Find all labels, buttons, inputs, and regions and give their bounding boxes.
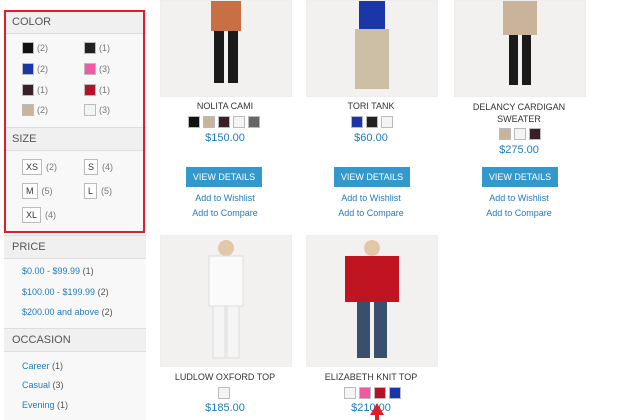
price-option-100-199[interactable]: $100.00 - $199.99 (2) <box>22 287 109 297</box>
color-swatch <box>84 42 96 54</box>
product-photo-nolita-cami <box>211 1 241 83</box>
color-option-charcoal[interactable]: (1) <box>84 42 110 54</box>
product-name[interactable]: DELANCY CARDIGAN SWEATER <box>454 101 584 125</box>
color-swatch <box>84 104 96 116</box>
swatch[interactable] <box>203 116 215 128</box>
color-option-plum[interactable]: (1) <box>22 84 48 96</box>
product-swatches <box>218 387 230 399</box>
add-to-wishlist-link[interactable]: Add to Wishlist <box>160 193 290 203</box>
swatch[interactable] <box>366 116 378 128</box>
color-swatch <box>22 104 34 116</box>
swatch[interactable] <box>359 387 371 399</box>
product-image-elizabeth-knit[interactable] <box>306 235 438 367</box>
swatch[interactable] <box>233 116 245 128</box>
product-photo-delancy-cardigan <box>503 1 537 85</box>
swatch[interactable] <box>529 128 541 140</box>
size-option-xl[interactable]: XL (4) <box>22 207 56 223</box>
product-image-ludlow-oxford[interactable] <box>160 235 292 367</box>
color-swatch <box>84 84 96 96</box>
add-to-compare-link[interactable]: Add to Compare <box>306 208 436 218</box>
swatch[interactable] <box>218 387 230 399</box>
occasion-option-casual[interactable]: Casual (3) <box>22 380 64 390</box>
add-to-wishlist-link[interactable]: Add to Wishlist <box>306 193 436 203</box>
view-details-button[interactable]: VIEW DETAILS <box>334 167 410 187</box>
product-name[interactable]: TORI TANK <box>306 101 436 111</box>
product-price: $150.00 <box>205 132 245 144</box>
product-name[interactable]: LUDLOW OXFORD TOP <box>160 372 290 382</box>
color-option-tan[interactable]: (2) <box>22 104 48 116</box>
price-option-200-plus[interactable]: $200.00 and above (2) <box>22 307 113 317</box>
color-option-pink[interactable]: (3) <box>84 63 110 75</box>
price-filter-title: PRICE <box>4 235 146 259</box>
size-option-xs[interactable]: XS (2) <box>22 159 57 175</box>
color-option-white[interactable]: (3) <box>84 104 110 116</box>
add-to-compare-link[interactable]: Add to Compare <box>454 208 584 218</box>
product-swatches <box>188 116 260 128</box>
product-name[interactable]: ELIZABETH KNIT TOP <box>306 372 436 382</box>
product-swatches <box>499 128 541 140</box>
color-option-red[interactable]: (1) <box>84 84 110 96</box>
swatch[interactable] <box>499 128 511 140</box>
product-swatches <box>344 387 401 399</box>
red-arrow-stem <box>375 415 379 420</box>
occasion-option-career[interactable]: Career (1) <box>22 361 63 371</box>
product-price: $275.00 <box>499 144 539 156</box>
swatch[interactable] <box>374 387 386 399</box>
swatch[interactable] <box>248 116 260 128</box>
size-option-m[interactable]: M (5) <box>22 183 53 199</box>
color-swatch <box>22 84 34 96</box>
product-price: $185.00 <box>205 402 245 414</box>
size-filter-title: SIZE <box>4 127 146 151</box>
product-photo-elizabeth-knit <box>345 240 399 358</box>
price-option-0-99[interactable]: $0.00 - $99.99 (1) <box>22 266 94 276</box>
product-photo-ludlow-oxford <box>208 240 244 359</box>
product-name[interactable]: NOLITA CAMI <box>160 101 290 111</box>
size-option-l[interactable]: L (5) <box>84 183 112 199</box>
add-to-wishlist-link[interactable]: Add to Wishlist <box>454 193 584 203</box>
product-image-tori-tank[interactable] <box>306 0 438 97</box>
view-details-button[interactable]: VIEW DETAILS <box>186 167 262 187</box>
occasion-filter-title: OCCASION <box>4 328 146 352</box>
product-image-nolita-cami[interactable] <box>160 0 292 97</box>
swatch[interactable] <box>389 387 401 399</box>
swatch[interactable] <box>344 387 356 399</box>
view-details-button[interactable]: VIEW DETAILS <box>482 167 558 187</box>
swatch[interactable] <box>351 116 363 128</box>
swatch[interactable] <box>218 116 230 128</box>
swatch[interactable] <box>188 116 200 128</box>
color-swatch <box>84 63 96 75</box>
product-image-delancy-cardigan[interactable] <box>454 0 586 97</box>
red-arrow-icon <box>370 403 384 415</box>
occasion-option-evening[interactable]: Evening (1) <box>22 400 68 410</box>
product-price: $60.00 <box>354 132 388 144</box>
color-option-blue[interactable]: (2) <box>22 63 48 75</box>
swatch[interactable] <box>514 128 526 140</box>
product-photo-tori-tank <box>355 1 389 89</box>
color-swatch <box>22 63 34 75</box>
add-to-compare-link[interactable]: Add to Compare <box>160 208 290 218</box>
color-filter-title: COLOR <box>4 10 146 34</box>
color-option-black[interactable]: (2) <box>22 42 48 54</box>
size-option-s[interactable]: S (4) <box>84 159 113 175</box>
product-swatches <box>351 116 393 128</box>
color-swatch <box>22 42 34 54</box>
swatch[interactable] <box>381 116 393 128</box>
